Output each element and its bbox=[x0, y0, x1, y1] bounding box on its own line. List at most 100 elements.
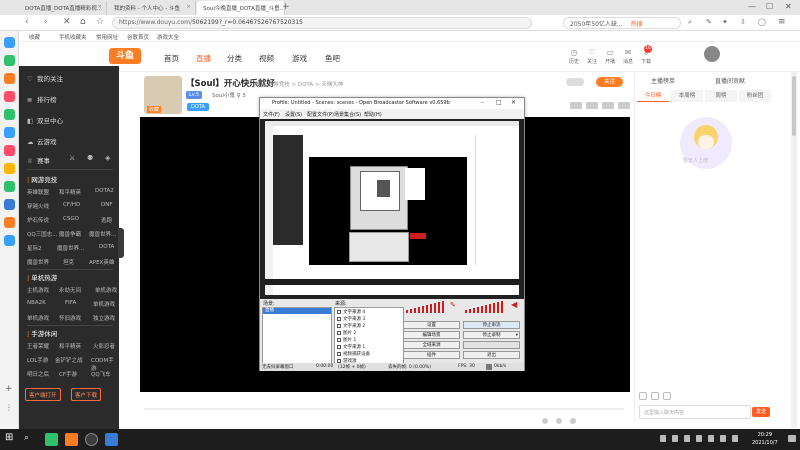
tab-today[interactable]: 今日榜 bbox=[637, 90, 669, 102]
category-link[interactable]: 王者荣耀 bbox=[27, 342, 49, 350]
app-taskbar-icon[interactable] bbox=[105, 433, 118, 446]
douyu-taskbar-icon[interactable] bbox=[65, 433, 78, 446]
category-link[interactable]: 魔兽世界 bbox=[27, 258, 49, 266]
start-icon[interactable]: ⊞ bbox=[5, 432, 13, 443]
gift-icon[interactable] bbox=[570, 418, 576, 424]
checkbox[interactable] bbox=[337, 358, 341, 363]
category-link[interactable]: 永劫无间 bbox=[59, 286, 81, 294]
category-link[interactable]: 主机游戏 bbox=[27, 286, 49, 294]
obs-menu-item[interactable]: 场景集合(S) bbox=[334, 111, 361, 118]
checkbox[interactable] bbox=[337, 337, 341, 342]
nav-live[interactable]: 直播 bbox=[196, 53, 211, 64]
search-icon[interactable]: ⌕ bbox=[24, 433, 29, 443]
add-icon[interactable]: + bbox=[5, 384, 13, 394]
download-client-button[interactable]: 客户下载 bbox=[71, 388, 102, 401]
nav-video[interactable]: 视频 bbox=[259, 53, 274, 64]
tray-icon[interactable] bbox=[660, 435, 666, 442]
rail-app-icon[interactable] bbox=[4, 73, 15, 84]
obs-menu-item[interactable]: 配置文件(P) bbox=[307, 111, 334, 118]
category-link[interactable]: 英雄联盟 bbox=[27, 188, 49, 196]
panel-header[interactable]: 主播榜单 bbox=[651, 76, 675, 85]
extension-icon[interactable]: ✎ bbox=[706, 18, 712, 26]
home-icon[interactable]: ⌂ bbox=[80, 17, 86, 27]
nav-category[interactable]: 分类 bbox=[227, 53, 242, 64]
tab-week[interactable]: 本周榜 bbox=[671, 90, 703, 102]
rail-app-icon[interactable] bbox=[4, 235, 15, 246]
checkbox[interactable] bbox=[337, 330, 341, 335]
rail-app-icon[interactable] bbox=[4, 109, 15, 120]
rail-app-icon[interactable] bbox=[4, 145, 15, 156]
nav-fishbar[interactable]: 鱼吧 bbox=[325, 53, 340, 64]
send-button[interactable]: 发送 bbox=[752, 407, 770, 417]
edit-scene-button[interactable]: 编辑场景 bbox=[403, 331, 460, 339]
close-icon[interactable]: ✕ bbox=[511, 99, 516, 106]
desktop-volume-meter[interactable]: ◀ bbox=[463, 298, 523, 313]
category-link[interactable]: DNF bbox=[101, 202, 113, 208]
user-icon[interactable]: ◯ bbox=[758, 18, 766, 26]
scene-item-selected[interactable]: 直播 bbox=[263, 308, 331, 314]
follow-icon[interactable]: ♡ 关注 bbox=[584, 48, 600, 65]
game-logo-icon[interactable]: ⚉ bbox=[87, 154, 93, 162]
broadcast-icon[interactable]: ▭ 开播 bbox=[602, 48, 618, 65]
settings-icon[interactable]: ⋮ bbox=[5, 403, 13, 412]
mic-icon[interactable]: ✎ bbox=[450, 301, 456, 309]
bookmark-star-icon[interactable]: ☆ bbox=[96, 17, 104, 27]
stop-record-button[interactable]: 停止录制 ▾ bbox=[463, 331, 520, 339]
category-link[interactable]: 坦克 bbox=[63, 258, 74, 266]
category-link[interactable]: CF手游 bbox=[59, 370, 77, 378]
category-link[interactable]: 单机游戏 bbox=[93, 300, 115, 308]
checkbox[interactable] bbox=[337, 323, 341, 328]
exit-button[interactable]: 退出 bbox=[463, 351, 520, 359]
plugins-button[interactable]: 插件 bbox=[403, 351, 460, 359]
bookmark-item[interactable]: 手机收藏夹 bbox=[59, 33, 87, 41]
nav-home[interactable]: 首页 bbox=[164, 53, 179, 64]
source-item[interactable]: 视频捕获设备 bbox=[337, 351, 370, 357]
follow-button[interactable]: 关注 bbox=[596, 77, 623, 87]
checkbox[interactable] bbox=[337, 344, 341, 349]
puzzle-icon[interactable]: ✦ bbox=[722, 18, 728, 26]
maximize-icon[interactable]: □ bbox=[496, 99, 502, 106]
report-icon[interactable] bbox=[586, 102, 598, 109]
category-link[interactable]: 和平精英 bbox=[59, 188, 81, 196]
phone-icon[interactable] bbox=[602, 102, 614, 109]
maximize-icon[interactable]: ☐ bbox=[766, 2, 773, 11]
category-link[interactable]: LOL手游 bbox=[27, 356, 48, 364]
category-link[interactable]: QQ三国志... bbox=[27, 230, 57, 238]
share-icon[interactable] bbox=[570, 102, 582, 109]
search-icon[interactable]: ⌕ bbox=[688, 18, 692, 27]
rail-app-icon[interactable] bbox=[4, 91, 15, 102]
source-item[interactable]: 文字来源 4 bbox=[337, 309, 365, 315]
tray-icon[interactable] bbox=[684, 435, 690, 442]
history-icon[interactable]: ◷ 历史 bbox=[566, 48, 582, 65]
room-tag[interactable]: DOTA bbox=[187, 103, 209, 111]
message-icon[interactable]: ✉ 消息 bbox=[620, 48, 636, 65]
mic-volume-meter[interactable]: ✎ bbox=[404, 298, 459, 313]
category-link[interactable]: 逃跑 bbox=[101, 216, 112, 224]
page-scrollbar[interactable] bbox=[791, 72, 797, 428]
notification-icon[interactable] bbox=[788, 435, 796, 442]
close-icon[interactable]: × bbox=[275, 4, 280, 10]
card-icon[interactable] bbox=[651, 392, 659, 400]
room-thumbnail[interactable]: 收藏 bbox=[144, 76, 182, 114]
category-link[interactable]: 魔兽世界... bbox=[89, 230, 116, 238]
obs-settings-button[interactable]: 设置 bbox=[403, 321, 460, 329]
back-icon[interactable]: ‹ bbox=[25, 17, 29, 27]
tray-icon[interactable] bbox=[696, 435, 702, 442]
obs-titlebar[interactable]: Profile: Untitled - Scenes: scenes - Ope… bbox=[260, 98, 524, 109]
category-link[interactable]: 明日之后 bbox=[27, 370, 49, 378]
category-link[interactable]: FIFA bbox=[65, 300, 76, 306]
source-item[interactable]: 图片 2 bbox=[337, 330, 356, 336]
close-icon[interactable]: × bbox=[186, 4, 191, 10]
sidebar-collapse-handle[interactable] bbox=[118, 228, 124, 258]
source-item[interactable]: 文字来源 3 bbox=[337, 316, 365, 322]
rail-app-icon[interactable] bbox=[4, 199, 15, 210]
category-link[interactable]: 魔兽争霸 bbox=[59, 230, 81, 238]
checkbox[interactable] bbox=[337, 309, 341, 314]
category-link[interactable]: DOTA bbox=[99, 244, 114, 250]
category-link[interactable]: NBA2K bbox=[27, 300, 46, 306]
minimize-icon[interactable]: – bbox=[481, 99, 484, 106]
category-link[interactable]: 星际2 bbox=[27, 244, 42, 252]
source-item[interactable]: 文字来源 1 bbox=[337, 344, 365, 350]
network-icon[interactable] bbox=[708, 435, 714, 442]
emoji-icon[interactable] bbox=[639, 392, 647, 400]
